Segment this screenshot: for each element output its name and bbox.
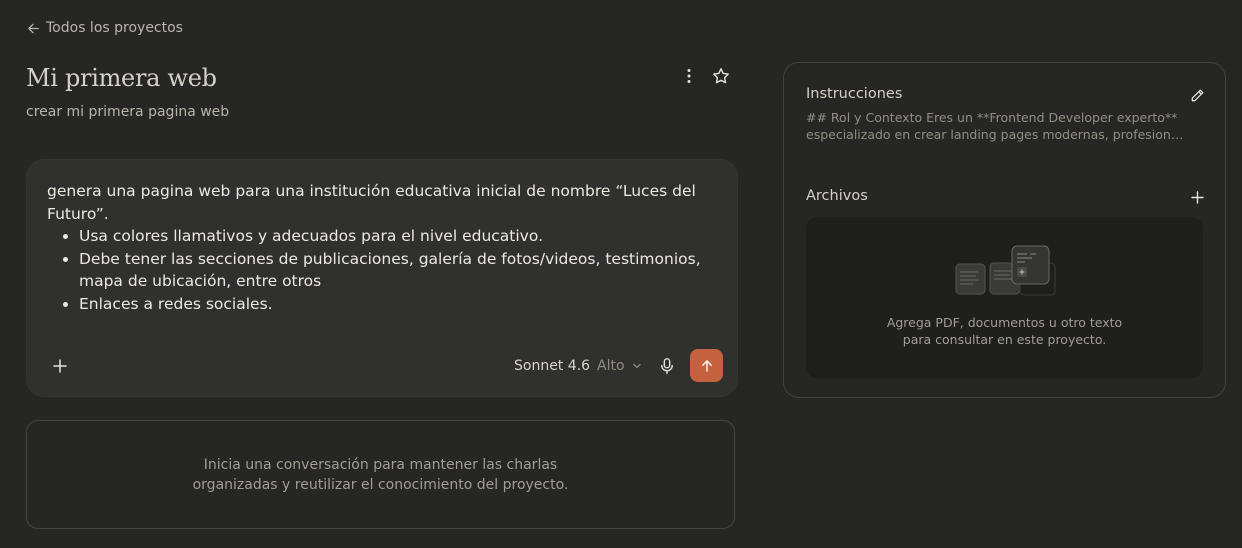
prompt-intro: genera una pagina web para una instituci… <box>47 182 696 223</box>
add-file-button[interactable] <box>1185 185 1209 209</box>
empty-state-line: organizadas y reutilizar el conocimiento… <box>192 476 569 493</box>
back-link-label: Todos los proyectos <box>46 20 183 36</box>
dropzone-hint-line: para consultar en este proyecto. <box>902 332 1107 347</box>
project-description: crear mi primera pagina web <box>26 104 230 120</box>
dropzone-hint-line: Agrega PDF, documentos u otro texto <box>886 315 1123 330</box>
attach-button[interactable] <box>47 353 73 379</box>
project-knowledge-panel: Instrucciones ## Rol y Contexto Eres un … <box>783 62 1226 398</box>
documents-illustration-icon <box>955 245 1056 296</box>
plus-icon <box>1190 190 1204 204</box>
instructions-title: Instrucciones <box>806 86 903 102</box>
files-title: Archivos <box>806 188 868 204</box>
microphone-icon <box>661 358 673 375</box>
favorite-project-button[interactable] <box>708 63 734 89</box>
prompt-input[interactable]: genera una pagina web para una instituci… <box>47 180 707 315</box>
arrow-left-icon <box>28 23 39 33</box>
chat-composer: genera una pagina web para una instituci… <box>26 159 738 397</box>
prompt-bullet: Usa colores llamativos y adecuados para … <box>79 225 707 248</box>
prompt-bullet: Enlaces a redes sociales. <box>79 293 707 316</box>
prompt-bullet: Debe tener las secciones de publicacione… <box>79 248 707 293</box>
star-icon <box>713 68 729 84</box>
plus-icon <box>53 359 67 373</box>
chevron-down-icon <box>632 363 641 369</box>
edit-instructions-button[interactable] <box>1185 83 1209 107</box>
conversations-empty-state: Inicia una conversación para mantener la… <box>26 420 735 529</box>
prompt-bullet-list: Usa colores llamativos y adecuados para … <box>79 225 707 315</box>
send-button[interactable] <box>690 349 723 382</box>
arrow-up-icon <box>701 359 712 372</box>
voice-input-button[interactable] <box>654 353 680 379</box>
back-to-projects-link[interactable]: Todos los proyectos <box>27 18 183 38</box>
model-name: Sonnet 4.6 <box>514 358 591 374</box>
pencil-icon <box>1191 89 1203 101</box>
project-menu-button[interactable] <box>676 63 702 89</box>
more-vertical-icon <box>687 69 691 83</box>
model-effort: Alto <box>597 358 625 374</box>
instructions-preview-line: especializado en crear landing pages mod… <box>806 127 1186 142</box>
files-dropzone[interactable]: Agrega PDF, documentos u otro texto para… <box>806 217 1203 378</box>
instructions-preview[interactable]: ## Rol y Contexto Eres un **Frontend Dev… <box>806 109 1186 143</box>
model-selector[interactable]: Sonnet 4.6 Alto <box>514 355 642 377</box>
empty-state-line: Inicia una conversación para mantener la… <box>203 456 558 473</box>
instructions-preview-line: ## Rol y Contexto Eres un **Frontend Dev… <box>806 110 1178 125</box>
project-title: Mi primera web <box>26 64 217 92</box>
